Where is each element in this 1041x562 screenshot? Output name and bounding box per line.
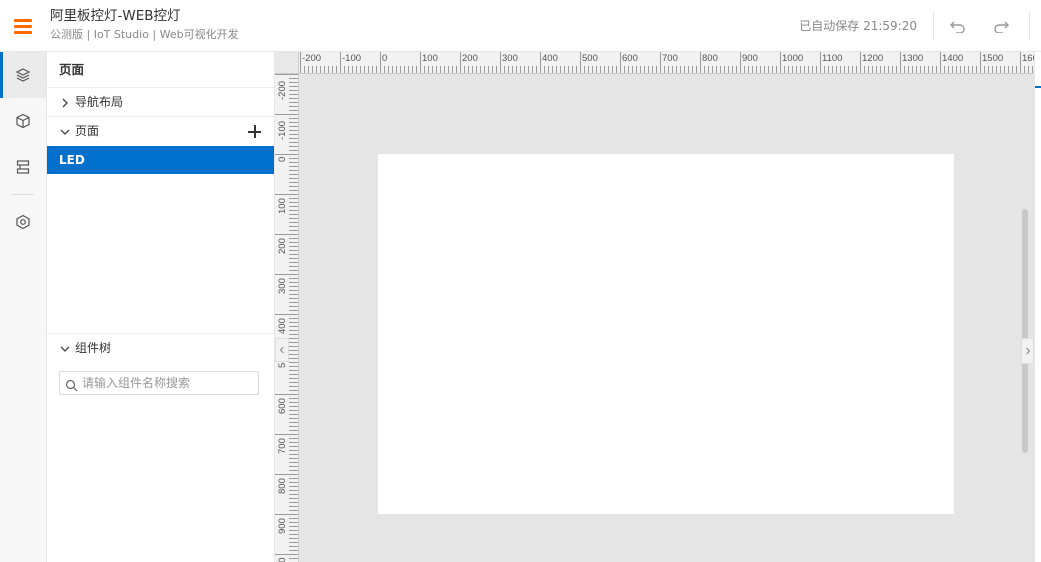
ruler-v-label: 600 — [277, 398, 288, 414]
chevron-right-icon — [1025, 347, 1030, 355]
ruler-h-label: 800 — [702, 53, 718, 64]
settings-hexagon-icon — [16, 214, 30, 230]
chevron-left-icon — [279, 346, 284, 354]
collapse-left-panel-button[interactable] — [275, 338, 289, 362]
ruler-h-label: 500 — [582, 53, 598, 64]
component-tree-section: 组件树 — [47, 333, 275, 395]
cube-icon — [16, 113, 30, 129]
ruler-vertical: -200-10001002003004005(60070080090010 — [275, 74, 299, 562]
ruler-h-label: 1000 — [782, 53, 804, 64]
ruler-v-label: 100 — [277, 198, 288, 214]
right-properties-panel — [1034, 52, 1041, 562]
redo-button[interactable] — [989, 14, 1013, 38]
hamburger-icon — [14, 19, 32, 34]
ruler-h-label: 300 — [502, 53, 518, 64]
rail-item-pages[interactable] — [0, 52, 46, 98]
ruler-v-label: 900 — [277, 518, 288, 534]
chevron-down-icon — [59, 117, 71, 146]
ruler-h-label: 700 — [662, 53, 678, 64]
add-page-button[interactable] — [247, 124, 262, 139]
rail-item-settings[interactable] — [0, 199, 46, 245]
ruler-h-label: 200 — [462, 53, 478, 64]
page-item-led[interactable]: LED — [47, 146, 274, 174]
pages-label: 页面 — [75, 124, 100, 138]
top-bar: 阿里板控灯-WEB控灯 公测版 | IoT Studio | Web可视化开发 … — [0, 0, 1041, 52]
ruler-horizontal: -200 -100 0 100 200 300 400 500 600 700 800 900 1000… — [299, 52, 1034, 74]
ruler-h-label: 160 — [1022, 53, 1034, 64]
ruler-corner — [275, 52, 299, 74]
undo-button[interactable] — [946, 14, 970, 38]
ruler-h-label: 100 — [422, 53, 438, 64]
ruler-v-label: 300 — [277, 278, 288, 294]
component-search-input[interactable] — [82, 374, 254, 392]
ruler-h-label: -100 — [342, 53, 362, 64]
undo-icon — [950, 21, 965, 33]
component-search — [59, 371, 259, 395]
ruler-h-label: -200 — [302, 53, 322, 64]
ruler-h-label: 1300 — [902, 53, 924, 64]
left-rail — [0, 52, 47, 562]
ruler-h-label: 1400 — [942, 53, 964, 64]
ruler-h-label: 1100 — [822, 53, 843, 64]
ruler-v-label: -100 — [277, 120, 288, 140]
ruler-v-label: 0 — [277, 156, 288, 162]
menu-button[interactable] — [0, 0, 46, 52]
component-tree-header[interactable]: 组件树 — [47, 334, 275, 363]
page-panel: 页面 导航布局 页面 LED 组件树 — [47, 52, 275, 562]
chevron-right-icon — [59, 88, 71, 117]
ruler-h-label: 1200 — [862, 53, 884, 64]
ruler-h-label: 600 — [622, 53, 638, 64]
ruler-h-label: 400 — [542, 53, 558, 64]
ruler-h-label: 900 — [742, 53, 758, 64]
redo-icon — [994, 21, 1009, 33]
artboard[interactable] — [378, 154, 954, 514]
rail-divider — [12, 194, 34, 195]
rail-item-data[interactable] — [0, 144, 46, 190]
expand-right-panel-button[interactable] — [1021, 338, 1034, 364]
rail-item-components[interactable] — [0, 98, 46, 144]
nav-layout-row[interactable]: 导航布局 — [47, 88, 274, 117]
panel-title: 页面 — [47, 52, 274, 88]
ruler-h-label: 1500 — [982, 53, 1004, 64]
ruler-v-label: 200 — [277, 238, 288, 254]
title-block: 阿里板控灯-WEB控灯 公测版 | IoT Studio | Web可视化开发 — [50, 7, 239, 43]
chevron-down-icon — [59, 334, 71, 363]
vertical-scrollbar[interactable] — [1022, 209, 1028, 453]
pages-row[interactable]: 页面 — [47, 117, 274, 146]
data-source-icon — [16, 160, 30, 174]
ruler-v-label: 400 — [277, 318, 288, 334]
active-tab-indicator — [1035, 86, 1041, 88]
ruler-v-label: 10 — [277, 557, 288, 562]
ruler-v-label: 700 — [277, 438, 288, 454]
app-title: 阿里板控灯-WEB控灯 — [50, 8, 181, 24]
ruler-h-label: 0 — [382, 53, 388, 64]
ruler-v-label: -200 — [277, 80, 288, 100]
toolbar-divider — [1029, 12, 1030, 40]
search-icon — [65, 377, 78, 396]
component-tree-label: 组件树 — [75, 341, 112, 355]
ruler-v-label: 800 — [277, 478, 288, 494]
layers-icon — [15, 68, 31, 82]
autosave-status: 已自动保存 21:59:20 — [799, 19, 917, 33]
nav-layout-label: 导航布局 — [75, 95, 124, 109]
canvas-area[interactable]: -200 -100 0 100 200 300 400 500 600 700 800 900 1000… — [275, 52, 1034, 562]
toolbar-divider — [933, 12, 934, 40]
app-subtitle: 公测版 | IoT Studio | Web可视化开发 — [50, 28, 239, 41]
